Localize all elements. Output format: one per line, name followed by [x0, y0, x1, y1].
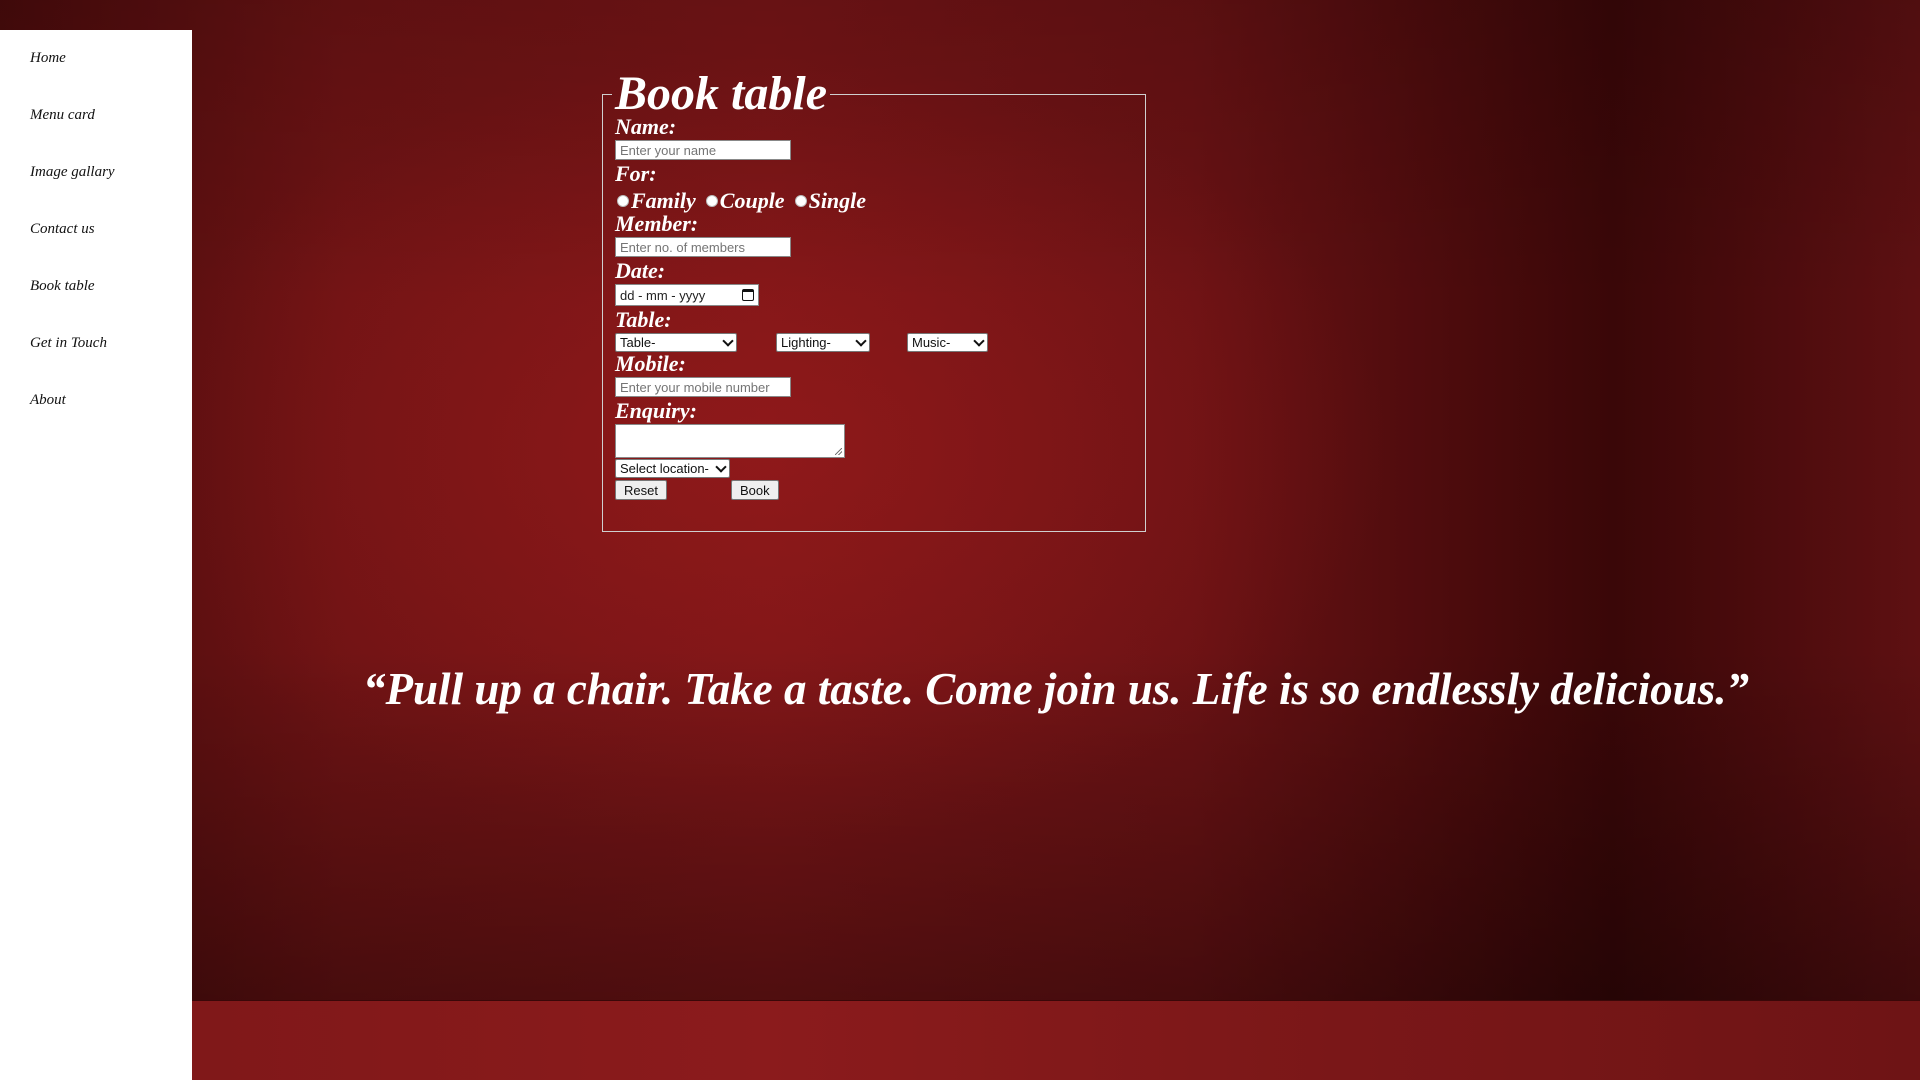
enquiry-textarea[interactable]	[615, 424, 845, 458]
mobile-label: Mobile:	[615, 351, 686, 376]
sidebar-item-label[interactable]: Get in Touch	[30, 335, 107, 351]
radio-couple-label: Couple	[719, 188, 785, 213]
reset-button[interactable]: Reset	[615, 480, 667, 500]
radio-dot-icon[interactable]	[705, 195, 718, 207]
sidebar-item-home[interactable]: Home	[30, 46, 192, 103]
radio-dot-icon[interactable]	[617, 195, 629, 207]
lighting-select[interactable]: Lighting-	[776, 333, 870, 352]
sidebar-item-contact-us[interactable]: Contact us	[30, 217, 192, 274]
member-label: Member:	[615, 211, 699, 236]
sidebar-item-label[interactable]: Contact us	[30, 221, 95, 237]
music-select[interactable]: Music-	[907, 333, 988, 352]
book-table-form: Book table Name: For: Family Couple Sing…	[602, 70, 1146, 532]
calendar-icon[interactable]	[742, 289, 754, 301]
sidebar-item-label[interactable]: Book table	[30, 278, 95, 294]
sidebar-item-menu-card[interactable]: Menu card	[30, 103, 192, 160]
name-input[interactable]	[615, 140, 791, 160]
radio-dot-icon[interactable]	[794, 195, 807, 207]
table-select-value: Table-	[620, 335, 656, 350]
sidebar-item-about[interactable]: About	[30, 388, 192, 445]
sidebar-item-label[interactable]: Home	[30, 50, 66, 66]
sidebar-item-image-gallery[interactable]: Image gallary	[30, 160, 192, 217]
radio-single-label: Single	[808, 188, 867, 213]
lighting-select-value: Lighting-	[781, 335, 831, 350]
chevron-down-icon	[973, 334, 985, 347]
table-label: Table:	[615, 307, 672, 332]
chevron-down-icon	[715, 460, 727, 473]
footer-band	[0, 1000, 1920, 1080]
music-select-value: Music-	[912, 335, 951, 350]
sidebar: Home Menu card Image gallary Contact us …	[0, 30, 192, 1080]
radio-single[interactable]: Single	[793, 188, 866, 214]
table-select[interactable]: Table-	[615, 333, 737, 352]
for-label: For:	[615, 161, 657, 186]
sidebar-item-label[interactable]: About	[30, 392, 66, 408]
table-options-row: Table- Lighting- Music-	[615, 333, 1145, 352]
date-input[interactable]: dd - mm - yyyy	[615, 284, 759, 306]
tagline-quote: “Pull up a chair. Take a taste. Come joi…	[363, 664, 1749, 714]
sidebar-nav-list: Home Menu card Image gallary Contact us …	[0, 30, 192, 445]
date-placeholder: dd - mm - yyyy	[620, 287, 706, 303]
chevron-down-icon	[722, 334, 734, 347]
date-label: Date:	[615, 258, 666, 283]
sidebar-item-book-table[interactable]: Book table	[30, 274, 192, 331]
mobile-input[interactable]	[615, 377, 791, 397]
form-actions: Reset Book	[615, 480, 1145, 500]
radio-couple[interactable]: Couple	[704, 188, 785, 214]
sidebar-item-label[interactable]: Image gallary	[30, 164, 115, 180]
enquiry-label: Enquiry:	[615, 398, 697, 423]
book-button[interactable]: Book	[730, 480, 779, 500]
form-title: Book table	[615, 67, 827, 120]
location-select-value: Select location-	[620, 461, 709, 476]
sidebar-item-label[interactable]: Menu card	[30, 107, 95, 123]
location-select[interactable]: Select location-	[615, 459, 730, 478]
chevron-down-icon	[855, 334, 867, 347]
sidebar-item-get-in-touch[interactable]: Get in Touch	[30, 331, 192, 388]
resize-grip-icon[interactable]	[835, 448, 842, 455]
member-input[interactable]	[615, 237, 791, 257]
